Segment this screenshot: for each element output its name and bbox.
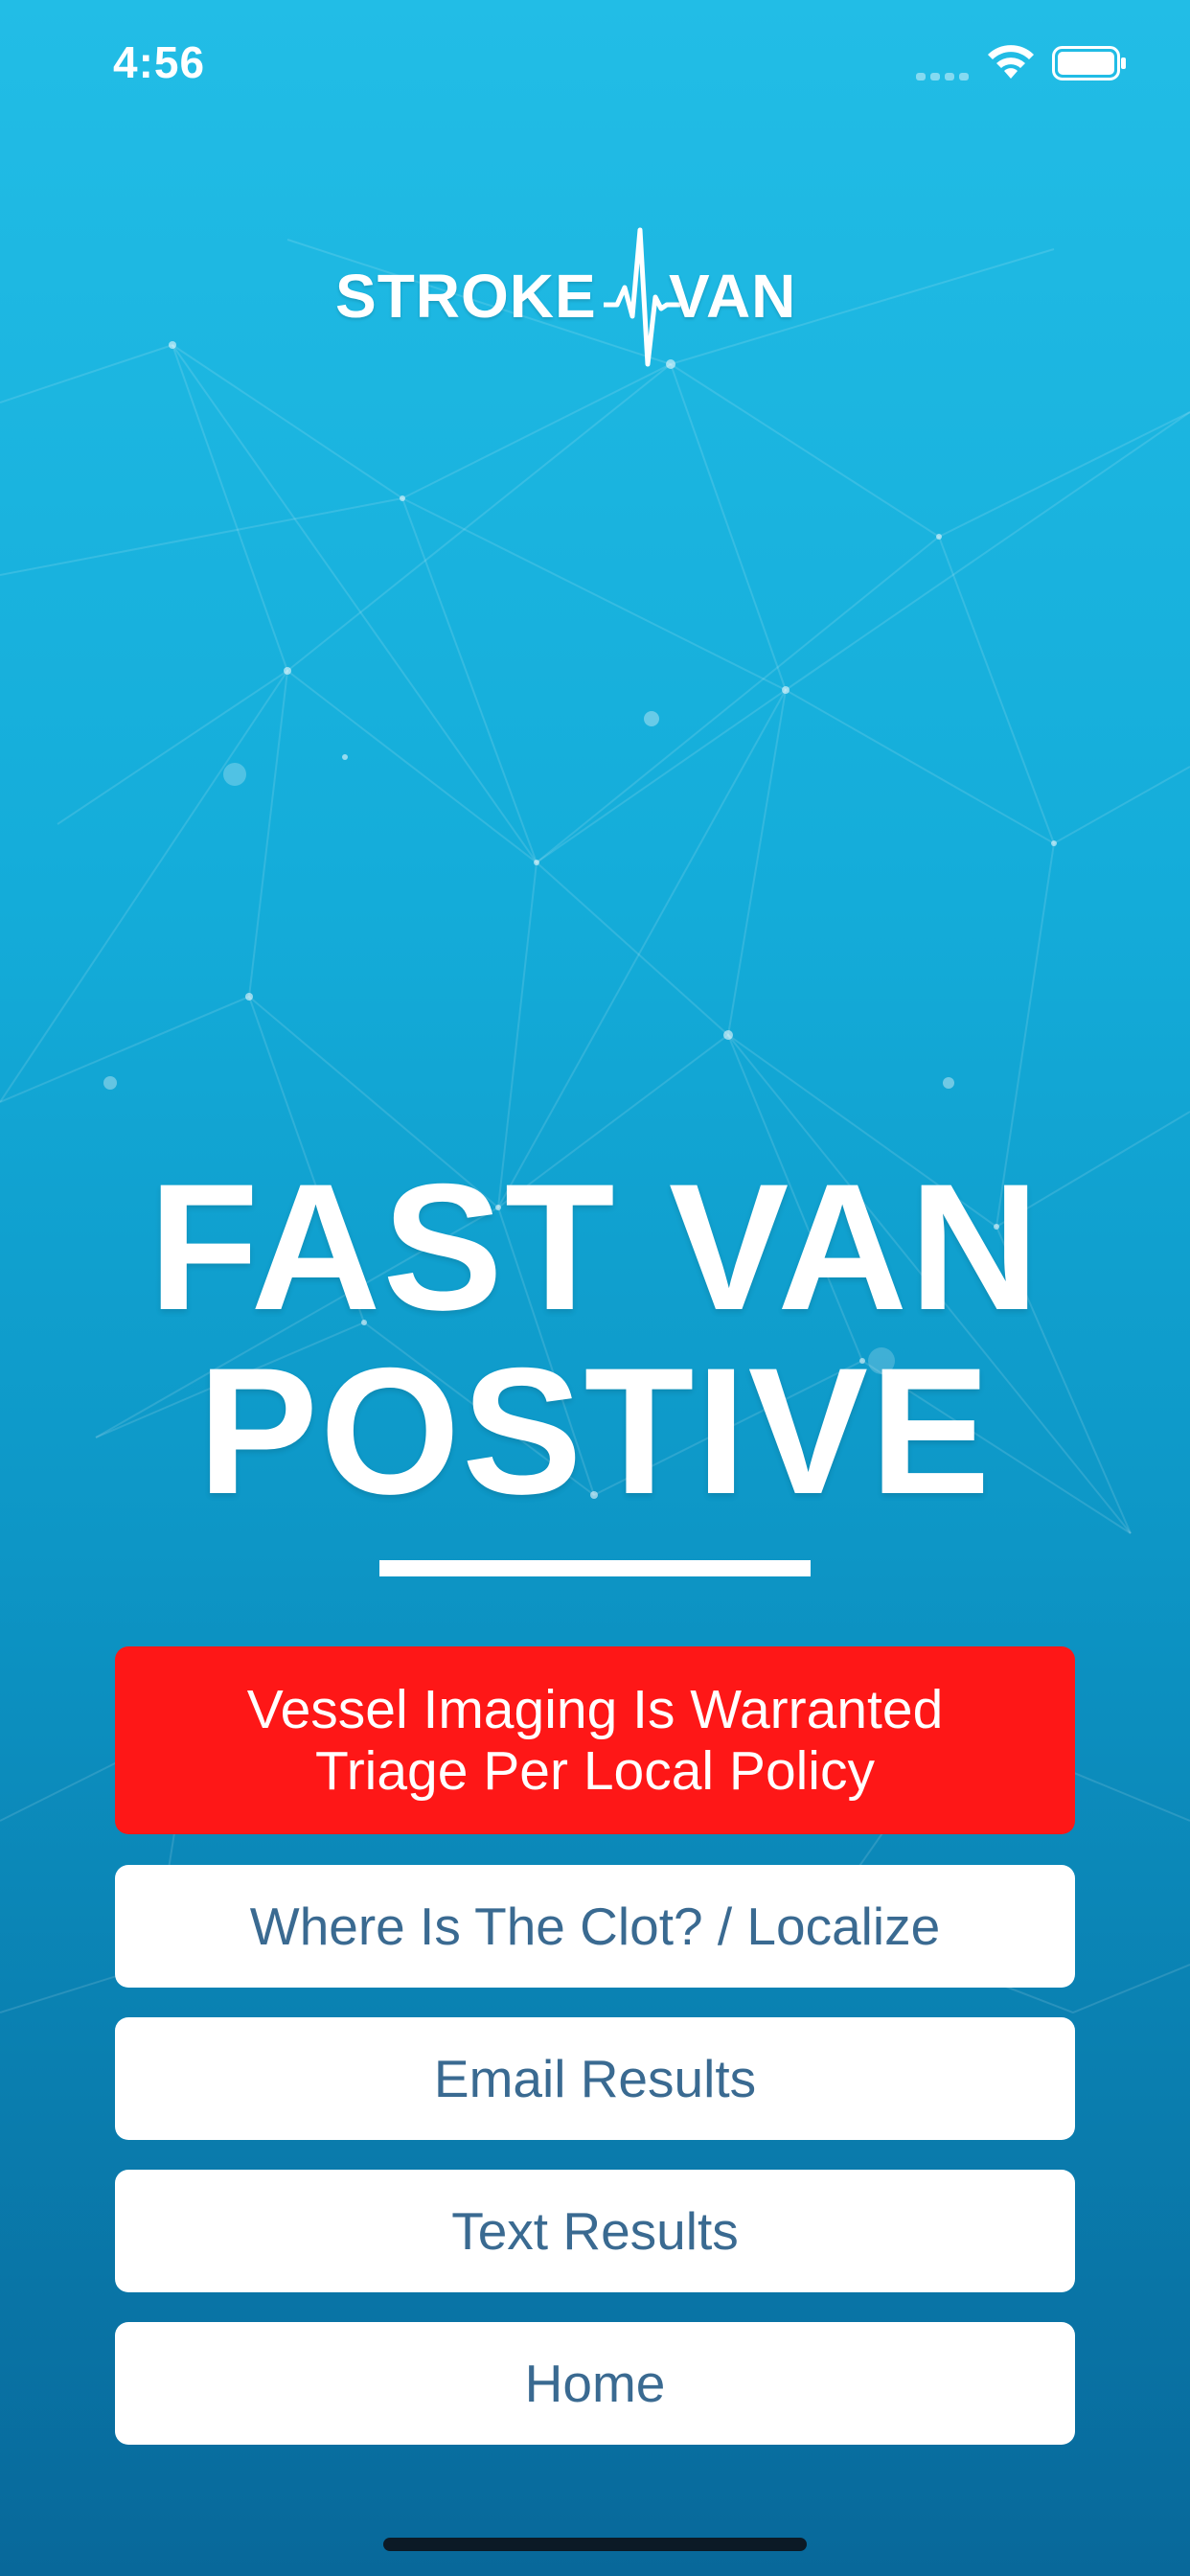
logo-text-van: VAN xyxy=(669,262,797,331)
vessel-imaging-alert: Vessel Imaging Is Warranted Triage Per L… xyxy=(115,1646,1075,1834)
logo-text-stroke: STROKE xyxy=(335,262,597,331)
headline-line-1: FAST VAN xyxy=(149,1146,1041,1347)
headline-line-2: POSTIVE xyxy=(197,1330,993,1531)
alert-line-1: Vessel Imaging Is Warranted xyxy=(246,1679,944,1740)
result-headline: FAST VAN POSTIVE xyxy=(0,1155,1190,1523)
app-screen: 4:56 STROKE VAN FAST VAN POSTIVE Vessel … xyxy=(0,0,1190,2576)
localize-clot-button[interactable]: Where Is The Clot? / Localize xyxy=(115,1865,1075,1988)
battery-icon xyxy=(1052,46,1126,80)
cellular-signal-icon xyxy=(916,73,969,80)
home-indicator[interactable] xyxy=(383,2538,807,2551)
status-bar: 4:56 xyxy=(0,0,1190,125)
alert-line-2: Triage Per Local Policy xyxy=(315,1740,875,1802)
stroke-van-logo: STROKE VAN xyxy=(326,220,862,374)
home-button[interactable]: Home xyxy=(115,2322,1075,2445)
email-results-button[interactable]: Email Results xyxy=(115,2017,1075,2140)
text-results-button[interactable]: Text Results xyxy=(115,2170,1075,2292)
wifi-icon xyxy=(988,45,1034,79)
headline-underline xyxy=(379,1560,811,1576)
status-time: 4:56 xyxy=(113,37,206,87)
